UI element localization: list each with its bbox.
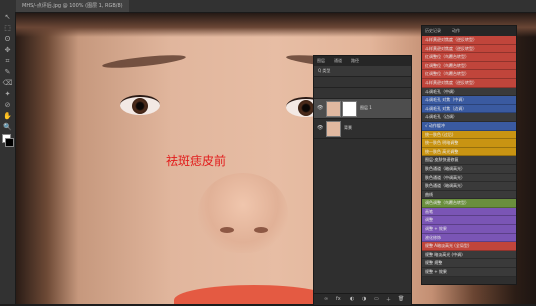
tool-icon[interactable]: ✥ [0,45,15,56]
add-mask-icon[interactable]: ◐ [350,296,354,302]
history-item[interactable]: 液化修饰 [422,233,516,243]
document-titlebar: MHS/-点评后.jpg @ 100% (图层 1, RGB/8) [0,0,536,13]
history-item[interactable]: 斗调毛孔（边调） [422,113,516,122]
tab-channels[interactable]: 通道 [334,58,342,64]
layer-row[interactable]: 👁 背景 [314,119,411,139]
history-panel-tabs: 历史记录 动作 [422,26,516,36]
history-item[interactable]: 统一肤色 (过后) [422,130,516,140]
history-item[interactable]: 调色调整（鸟覆台转型） [422,199,516,208]
history-item[interactable]: 曲线 [422,190,516,200]
tab-layers[interactable]: 图层 [317,58,325,64]
history-item[interactable]: 统一肤色 明暗调整 [422,139,516,148]
history-item[interactable]: 规整 暗淡高光 (中调) [422,250,516,260]
tool-icon[interactable]: 🔍 [0,122,15,133]
link-layers-icon[interactable]: ∞ [324,296,328,302]
tool-icon[interactable]: ↖ [0,12,15,23]
layer-row[interactable]: 👁 图层 1 [314,99,411,119]
history-item[interactable]: 红调整位（鸟覆台转型） [422,70,516,79]
document-tab[interactable]: MHS/-点评后.jpg @ 100% (图层 1, RGB/8) [16,0,129,12]
layer-filter-label[interactable]: Q 类型 [318,68,330,74]
visibility-eye-icon[interactable]: 👁 [317,125,323,131]
history-item[interactable]: 统一肤色 高光调整 [422,147,516,157]
history-item[interactable]: 规整 规整 [422,259,516,269]
history-list: 斗样黄逊对焦度（逆反转型） 斗样黄逊对焦度（逆反转型） 红调整位（鸟覆台转型） 红调整… [422,36,516,277]
tool-icon[interactable]: ⊘ [0,100,15,111]
history-item[interactable]: 斗调毛孔（中调） [422,87,516,97]
layers-panel-tabs: 图层 通道 路径 [314,56,411,66]
layer-filter-bar[interactable]: Q 类型 [314,66,411,77]
tool-icon[interactable]: ⌗ [0,56,15,67]
tab-actions[interactable]: 动作 [452,28,460,34]
lock-bar[interactable] [314,88,411,99]
history-item[interactable]: 调整 [422,216,516,226]
layers-panel: 图层 通道 路径 Q 类型 👁 图层 1 👁 背景 ∞ fx ◐ ◑ ▭ ＋ 🗑 [313,55,412,306]
tab-paths[interactable]: 路径 [351,58,359,64]
history-item[interactable]: 红调整位（鸟覆台转型） [422,53,516,62]
tool-icon[interactable]: ⬚ [0,23,15,34]
history-item[interactable]: 斗调毛孔 对焦（中调） [422,96,516,105]
adjustment-layer-icon[interactable]: ◑ [362,296,366,302]
history-item[interactable]: 斗样黄逊对焦度（逆反转型） [422,78,516,88]
layer-thumbnail [326,101,341,117]
history-item[interactable]: 肤色通道（暗调高光） [422,182,516,191]
background-color-swatch[interactable] [5,138,14,147]
left-eyebrow [101,52,187,71]
visibility-eye-icon[interactable]: 👁 [317,105,323,111]
history-panel: 历史记录 动作 斗样黄逊对焦度（逆反转型） 斗样黄逊对焦度（逆反转型） 红调整位（鸟… [421,25,517,285]
layer-name[interactable]: 背景 [344,125,352,131]
layers-panel-footer: ∞ fx ◐ ◑ ▭ ＋ 🗑 [314,293,411,305]
trash-icon[interactable]: 🗑 [398,296,404,302]
left-nostril [220,227,234,233]
history-item[interactable]: 斗样黄逊对焦度（逆反转型） [422,44,516,54]
history-item[interactable]: 肤色通道（暗调高光） [422,164,516,174]
group-folder-icon[interactable]: ▭ [374,296,379,302]
left-eye [120,95,160,115]
tab-history[interactable]: 历史记录 [425,28,441,34]
history-item[interactable]: 肤色通道（中调高光） [422,173,516,183]
tool-icon[interactable]: ⌫ [0,78,15,89]
history-item[interactable]: 规整 A暗淡高光 (全局型) [422,242,516,251]
overlay-label: 祛斑痣皮前 [166,154,227,168]
tool-icon[interactable]: ✎ [0,67,15,78]
history-item[interactable]: 斗调毛孔 对焦（边调） [422,104,516,114]
fx-icon[interactable]: fx [336,296,341,302]
history-item[interactable]: 红调整位（鸟覆台转型） [422,61,516,71]
lips [174,285,334,304]
history-item[interactable]: 斗样黄逊对焦度（逆反转型） [422,36,516,45]
tool-icon[interactable]: ✋ [0,111,15,122]
history-item[interactable]: 画笔 [422,207,516,217]
right-nostril [254,227,268,233]
layer-name[interactable]: 图层 1 [360,105,372,111]
new-layer-icon[interactable]: ＋ [386,296,391,303]
layer-mask-thumbnail[interactable] [342,101,357,117]
history-item[interactable]: 图层-皮肤快速修复 [422,156,516,165]
tools-panel: ↖ ⬚ ʘ ✥ ⌗ ✎ ⌫ ✦ ⊘ ✋ 🔍 [0,12,16,304]
tool-icon[interactable]: ✦ [0,89,15,100]
history-item[interactable]: 规整 + 效果 [422,268,516,277]
blend-mode-bar[interactable] [314,77,411,88]
history-item[interactable]: 调整 + 效果 [422,225,516,234]
tool-icon[interactable]: ʘ [0,34,15,45]
nose [198,173,288,253]
history-item[interactable]: √ 动作缓冲 [422,121,516,131]
layer-thumbnail [326,121,341,137]
